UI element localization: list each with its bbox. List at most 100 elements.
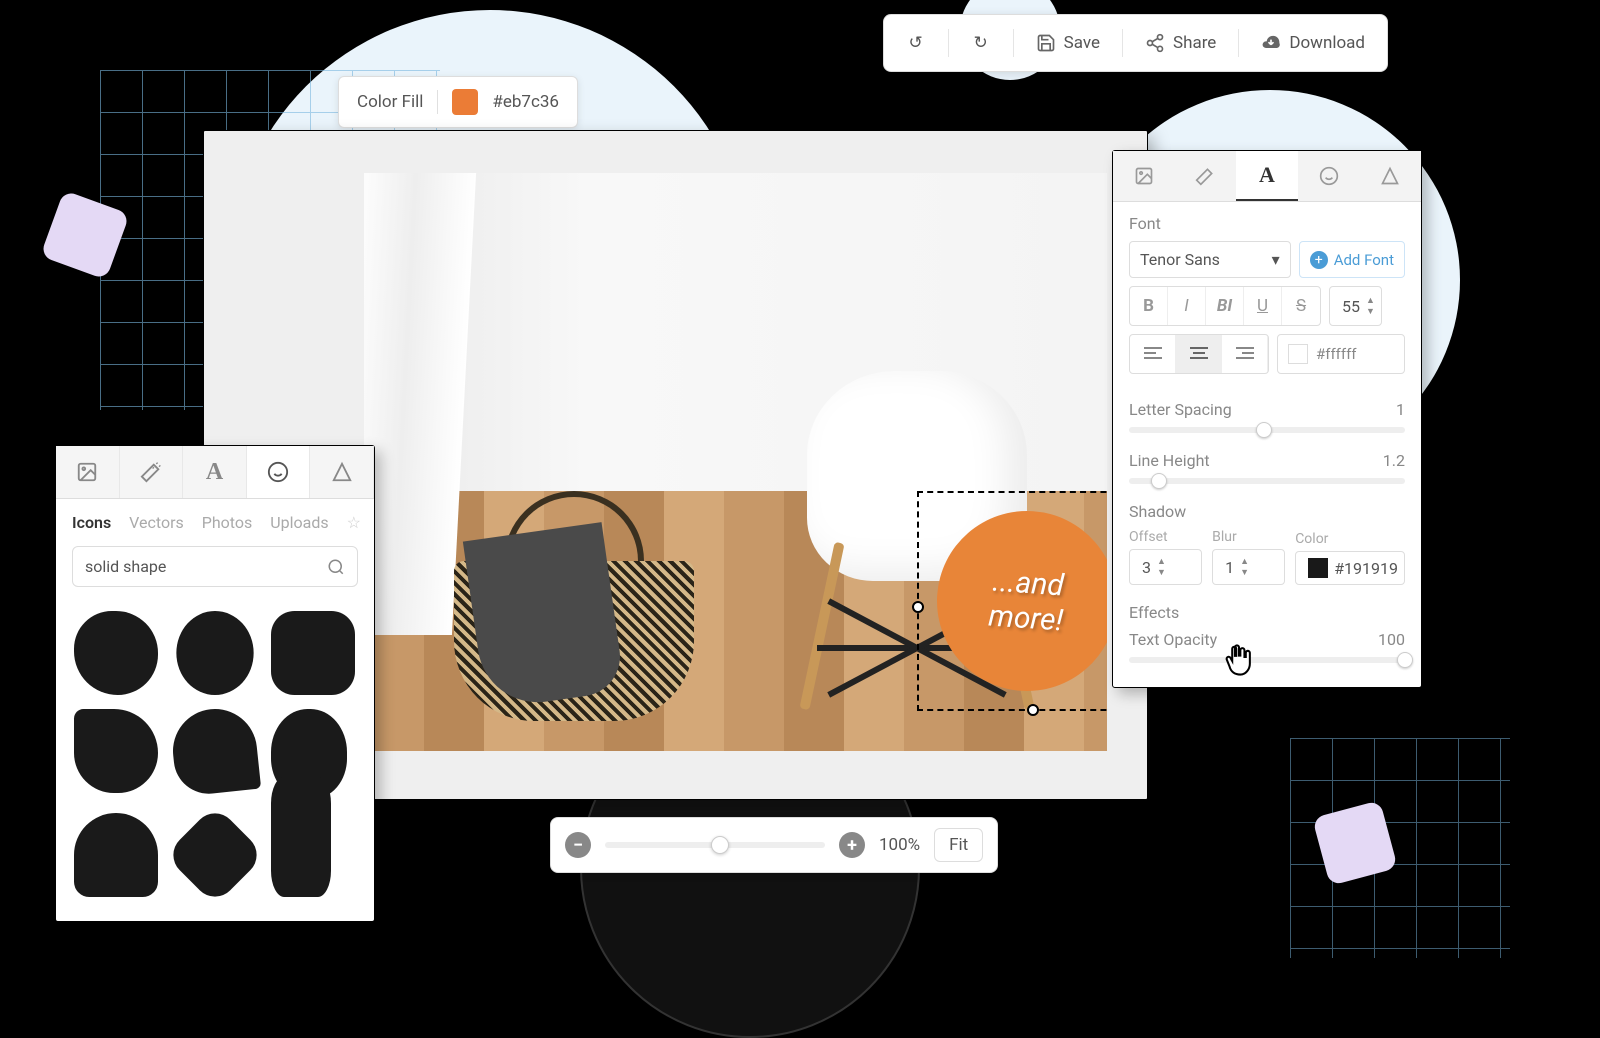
shape-result[interactable] <box>271 777 331 897</box>
slider-thumb[interactable] <box>1397 652 1413 668</box>
zoom-out-button[interactable]: − <box>565 832 591 858</box>
shape-results-grid <box>56 601 374 921</box>
shape-result[interactable] <box>74 611 158 695</box>
save-icon <box>1036 33 1056 53</box>
bold-button[interactable]: B <box>1130 287 1168 325</box>
top-toolbar: ↺ ↻ Save Share Download <box>883 14 1388 72</box>
font-family-value: Tenor Sans <box>1140 250 1220 269</box>
download-icon <box>1261 33 1281 53</box>
letter-spacing-value: 1 <box>1396 400 1405 419</box>
text-opacity-label: Text Opacity <box>1129 630 1217 649</box>
font-size-value: 55 <box>1342 297 1360 316</box>
share-button[interactable]: Share <box>1131 25 1230 61</box>
line-height-slider[interactable] <box>1129 478 1405 484</box>
text-opacity-value: 100 <box>1378 630 1405 649</box>
color-fill-hex[interactable]: #eb7c36 <box>492 92 559 112</box>
subtab-vectors[interactable]: Vectors <box>129 513 184 532</box>
font-size-input[interactable]: 55 ▲▼ <box>1329 286 1382 326</box>
effects-label: Effects <box>1129 603 1179 622</box>
shape-result[interactable] <box>164 805 265 906</box>
assets-subtabs: Icons Vectors Photos Uploads ☆ <box>56 499 374 542</box>
shadow-blur-input[interactable]: 1▲▼ <box>1212 549 1285 585</box>
stepper-icon[interactable]: ▲▼ <box>1157 556 1166 578</box>
add-font-button[interactable]: + Add Font <box>1299 241 1405 278</box>
tab-text-props[interactable]: A <box>1236 151 1298 201</box>
cursor-pointer-icon <box>1222 642 1256 680</box>
tab-shape[interactable] <box>310 446 374 498</box>
share-icon <box>1145 33 1165 53</box>
text-align-group <box>1129 334 1269 374</box>
shadow-label: Shadow <box>1129 502 1186 521</box>
letter-spacing-slider[interactable] <box>1129 427 1405 433</box>
tab-shape-props[interactable] <box>1359 151 1421 201</box>
shape-result[interactable] <box>176 611 253 695</box>
underline-button[interactable]: U <box>1244 287 1282 325</box>
assets-panel: A Icons Vectors Photos Uploads ☆ solid s… <box>55 445 375 922</box>
divider <box>1122 29 1123 57</box>
divider <box>948 29 949 57</box>
color-fill-swatch[interactable] <box>452 89 478 115</box>
shape-result[interactable] <box>168 705 260 797</box>
favorites-star-icon[interactable]: ☆ <box>347 513 361 532</box>
divider <box>437 90 438 114</box>
zoom-fit-button[interactable]: Fit <box>934 828 983 862</box>
zoom-slider-thumb[interactable] <box>711 836 729 854</box>
tab-image[interactable] <box>56 446 120 498</box>
text-style-group: B I BI U S <box>1129 286 1321 326</box>
badge-text-line1: ...and <box>991 564 1065 604</box>
shape-result[interactable] <box>74 709 158 793</box>
text-color-hex: #ffffff <box>1316 345 1357 363</box>
undo-button[interactable]: ↺ <box>892 25 940 61</box>
properties-panel: A Font Tenor Sans ▾ + Add Font B I BI U … <box>1112 150 1422 688</box>
font-section-label: Font <box>1129 214 1161 233</box>
assets-search-input[interactable]: solid shape <box>72 546 358 587</box>
line-height-value: 1.2 <box>1383 451 1405 470</box>
canvas-artboard[interactable]: Home Organization Tips ↻ ...and more! <box>364 173 1107 751</box>
stepper-icon[interactable]: ▲▼ <box>1240 556 1249 578</box>
shadow-color-label: Color <box>1295 531 1405 547</box>
assets-panel-tabs: A <box>56 446 374 499</box>
tab-image-props[interactable] <box>1113 151 1175 201</box>
font-family-select[interactable]: Tenor Sans ▾ <box>1129 241 1291 278</box>
strikethrough-button[interactable]: S <box>1282 287 1320 325</box>
zoom-slider[interactable] <box>605 842 825 848</box>
align-center-button[interactable] <box>1176 335 1222 373</box>
tab-emoji[interactable] <box>247 446 311 498</box>
search-value: solid shape <box>85 557 166 576</box>
redo-icon: ↻ <box>971 33 991 53</box>
redo-button[interactable]: ↻ <box>957 25 1005 61</box>
bold-italic-button[interactable]: BI <box>1206 287 1244 325</box>
properties-tabs: A <box>1113 151 1421 202</box>
subtab-icons[interactable]: Icons <box>72 513 111 532</box>
slider-thumb[interactable] <box>1256 422 1272 438</box>
save-button[interactable]: Save <box>1022 25 1114 61</box>
tab-magic-props[interactable] <box>1175 151 1237 201</box>
undo-icon: ↺ <box>906 33 926 53</box>
scene-basket <box>454 491 694 721</box>
tab-text[interactable]: A <box>183 446 247 498</box>
chevron-down-icon: ▾ <box>1272 250 1280 269</box>
download-button[interactable]: Download <box>1247 25 1379 61</box>
stepper-icon[interactable]: ▲▼ <box>1366 295 1375 317</box>
slider-thumb[interactable] <box>1151 473 1167 489</box>
shape-result[interactable] <box>271 611 355 695</box>
align-right-button[interactable] <box>1222 335 1268 373</box>
text-color-input[interactable]: #ffffff <box>1277 334 1405 374</box>
shadow-color-input[interactable]: #191919 <box>1295 551 1405 585</box>
tab-emoji-props[interactable] <box>1298 151 1360 201</box>
italic-button[interactable]: I <box>1168 287 1206 325</box>
shape-result[interactable] <box>74 813 158 897</box>
tab-magic[interactable] <box>120 446 184 498</box>
add-font-label: Add Font <box>1334 251 1394 269</box>
divider <box>1013 29 1014 57</box>
zoom-percent: 100% <box>879 835 920 855</box>
zoom-in-button[interactable]: + <box>839 832 865 858</box>
align-left-button[interactable] <box>1130 335 1176 373</box>
letter-spacing-label: Letter Spacing <box>1129 400 1232 419</box>
search-icon <box>327 558 345 576</box>
save-label: Save <box>1064 33 1100 53</box>
text-opacity-slider[interactable] <box>1129 657 1405 663</box>
shadow-offset-input[interactable]: 3▲▼ <box>1129 549 1202 585</box>
subtab-uploads[interactable]: Uploads <box>270 513 328 532</box>
subtab-photos[interactable]: Photos <box>202 513 253 532</box>
